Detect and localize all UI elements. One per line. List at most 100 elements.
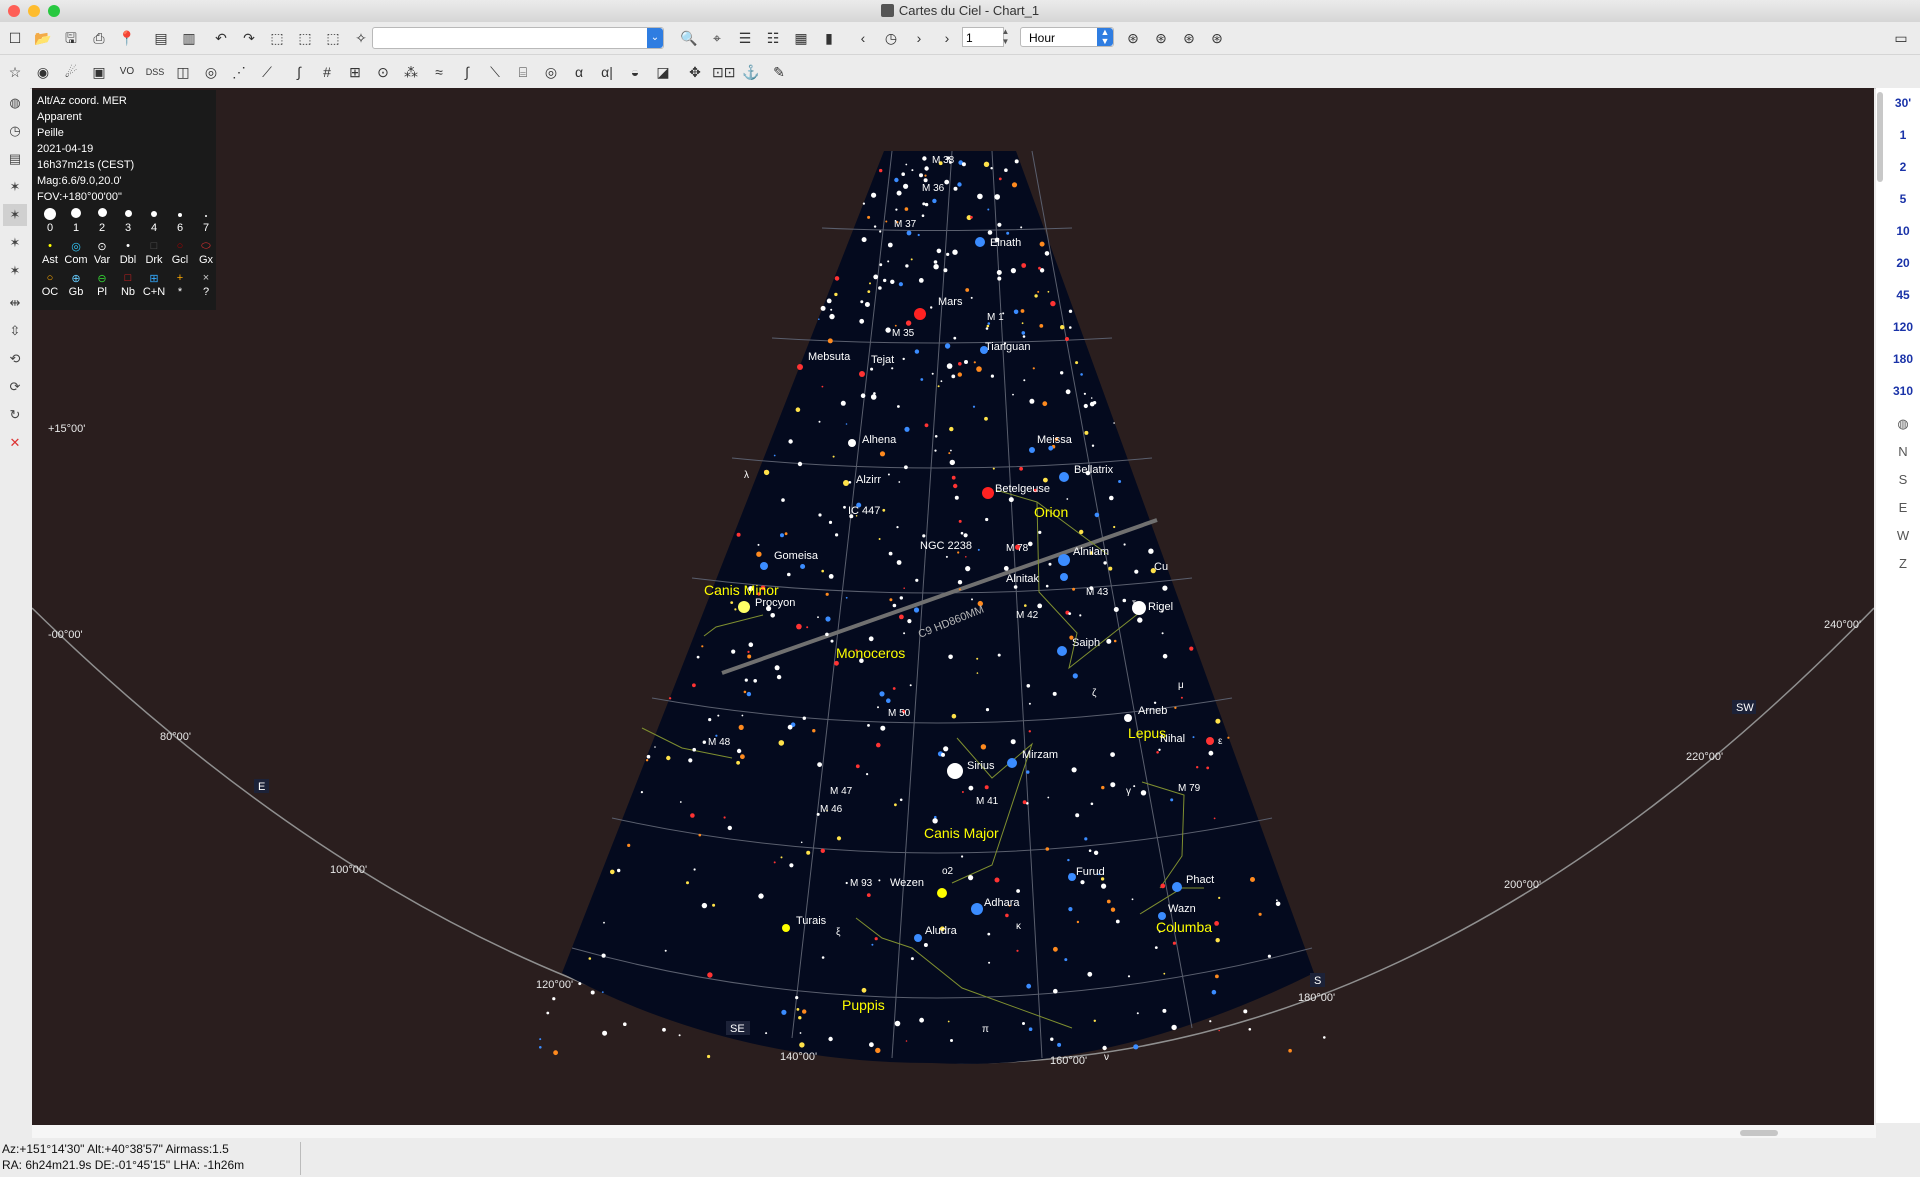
fill-icon[interactable]: ◪	[652, 61, 674, 83]
star-label[interactable]: Bellatrix	[1074, 464, 1114, 476]
fov-button[interactable]: 10	[1888, 224, 1918, 238]
ec-icon[interactable]: ✶	[3, 232, 27, 254]
edit-icon[interactable]: ✎	[768, 61, 790, 83]
horizontal-scroll-track[interactable]	[32, 1125, 1876, 1138]
milkyway-icon[interactable]: ≈	[428, 61, 450, 83]
sphere-icon[interactable]: ◒	[624, 61, 646, 83]
time-step-stepper[interactable]: ▲ ▼	[1000, 27, 1011, 47]
label-icon[interactable]: ◎	[540, 61, 562, 83]
comet-icon[interactable]: ☄	[60, 61, 82, 83]
star-marker[interactable]	[760, 562, 768, 570]
deep-sky-label[interactable]: M 1	[987, 312, 1004, 323]
fov-button[interactable]: 120	[1888, 320, 1918, 334]
star-label[interactable]: Wezen	[890, 877, 924, 889]
star-marker[interactable]	[971, 903, 983, 915]
fov-button[interactable]: 2	[1888, 160, 1918, 174]
chevron-down-icon[interactable]: ⌄	[647, 28, 663, 48]
eq-grid-icon[interactable]: ⊞	[344, 61, 366, 83]
forward-icon[interactable]: ›	[936, 27, 958, 49]
star-marker[interactable]	[782, 924, 790, 932]
fov-button[interactable]: 20	[1888, 256, 1918, 270]
marquee-icon[interactable]: ⬚	[322, 27, 344, 49]
fov-button[interactable]: 5	[1888, 192, 1918, 206]
star-marker[interactable]	[1124, 714, 1132, 722]
sphere-view-icon[interactable]: ◍	[1888, 416, 1918, 432]
deep-sky-label[interactable]: M 42	[1016, 610, 1039, 621]
anchor-icon[interactable]: ⚓	[740, 61, 762, 83]
flip-h-icon[interactable]: ⇹	[3, 292, 27, 314]
star-label[interactable]: Adhara	[984, 897, 1020, 909]
star-label[interactable]: Arneb	[1138, 705, 1167, 717]
fov-button[interactable]: 310	[1888, 384, 1918, 398]
star-marker[interactable]	[937, 888, 947, 898]
sky-chart[interactable]: +15°00' -00°00' 80°00' 100°00' 120°00' 140°00…	[32, 88, 1874, 1126]
boundaries-icon[interactable]: ∫	[288, 61, 310, 83]
anim-4-icon[interactable]: ⊛	[1206, 27, 1228, 49]
list-icon[interactable]: ☰	[734, 27, 756, 49]
deep-sky-label[interactable]: M 41	[976, 796, 999, 807]
star-marker[interactable]	[1206, 737, 1214, 745]
ecliptic-icon[interactable]: ∫	[456, 61, 478, 83]
star-label[interactable]: Cu	[1154, 561, 1168, 573]
rotate-left-icon[interactable]: ⟲	[3, 348, 27, 370]
clock-icon[interactable]: ◷	[880, 27, 902, 49]
pin-icon[interactable]: 📍	[116, 27, 138, 49]
star-label[interactable]: Alzirr	[856, 474, 881, 486]
star-label[interactable]: Aludra	[925, 925, 958, 937]
star-marker[interactable]	[1007, 758, 1017, 768]
deep-sky-label[interactable]: M 93	[850, 878, 873, 889]
constellation-icon[interactable]: ⋰	[228, 61, 250, 83]
star-marker[interactable]	[914, 934, 922, 942]
anim-3-icon[interactable]: ⊛	[1178, 27, 1200, 49]
deep-sky-label[interactable]: M 35	[892, 328, 915, 339]
ruler-icon[interactable]: ▮	[818, 27, 840, 49]
lines-icon[interactable]: ⟋	[256, 61, 278, 83]
deep-sky-label[interactable]: M 37	[894, 219, 917, 230]
star-label[interactable]: Mirzam	[1022, 749, 1058, 761]
select-icon[interactable]: ⬚	[294, 27, 316, 49]
image-icon[interactable]: ▣	[88, 61, 110, 83]
star-label[interactable]: Rigel	[1148, 601, 1173, 613]
star-marker[interactable]	[843, 480, 849, 486]
star-marker[interactable]	[1172, 882, 1182, 892]
deep-sky-label[interactable]: M 43	[1086, 587, 1109, 598]
star-marker[interactable]	[1158, 912, 1166, 920]
vo-icon[interactable]: VO	[116, 61, 138, 83]
config-icon[interactable]: ☷	[762, 27, 784, 49]
look-e-button[interactable]: E	[1888, 500, 1918, 515]
star-label[interactable]: Gomeisa	[774, 550, 819, 562]
star-marker[interactable]	[947, 763, 963, 779]
star-marker[interactable]	[1068, 873, 1076, 881]
deep-sky-label[interactable]: M 47	[830, 786, 853, 797]
star-label[interactable]: Alnilam	[1073, 546, 1109, 558]
star-marker[interactable]	[859, 371, 865, 377]
star-label[interactable]: Alnitak	[1006, 573, 1040, 585]
planet-icon[interactable]: ◉	[32, 61, 54, 83]
anim-1-icon[interactable]: ⊛	[1122, 27, 1144, 49]
star-label[interactable]: Betelgeuse	[995, 483, 1050, 495]
star-marker[interactable]	[738, 601, 750, 613]
look-n-button[interactable]: N	[1888, 444, 1918, 459]
time-step-input[interactable]: 1	[962, 27, 1004, 47]
star-marker[interactable]	[914, 308, 926, 320]
horizontal-scrollbar[interactable]	[1740, 1130, 1778, 1136]
undo-icon[interactable]: ↶	[210, 27, 232, 49]
star-marker[interactable]	[975, 237, 985, 247]
deep-sky-label[interactable]: M 79	[1178, 783, 1201, 794]
save-icon[interactable]: 🖫	[60, 27, 82, 49]
deep-sky-label[interactable]: NGC 2238	[920, 540, 972, 552]
star-label[interactable]: Furud	[1076, 866, 1105, 878]
eq-icon[interactable]: ✶	[3, 176, 27, 198]
star-marker[interactable]	[1029, 447, 1035, 453]
fov-button[interactable]: 45	[1888, 288, 1918, 302]
deep-sky-label[interactable]: M 38	[932, 155, 955, 166]
fov-button[interactable]: 180	[1888, 352, 1918, 366]
star-label[interactable]: Wazn	[1168, 903, 1196, 915]
rotate-right-icon[interactable]: ⟳	[3, 376, 27, 398]
star-label[interactable]: Turais	[796, 915, 827, 927]
grid-icon[interactable]: #	[316, 61, 338, 83]
open-icon[interactable]: 📂	[32, 27, 54, 49]
gal-icon[interactable]: ✶	[3, 260, 27, 282]
close-red-icon[interactable]: ✕	[3, 432, 27, 454]
star-label[interactable]: Tianguan	[985, 341, 1030, 353]
